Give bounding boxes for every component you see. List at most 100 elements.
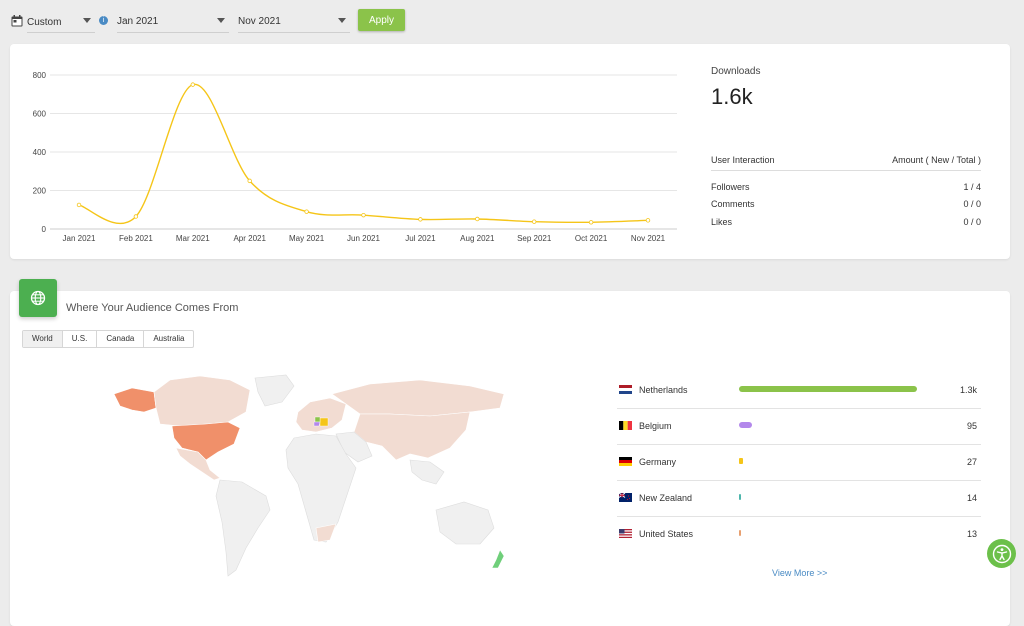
calendar-icon xyxy=(11,14,23,27)
data-point[interactable] xyxy=(247,178,252,184)
tab-australia[interactable]: Australia xyxy=(144,331,193,347)
belgium-flag-icon xyxy=(619,421,632,430)
stats-header: User Interaction Amount ( New / Total ) xyxy=(711,155,981,171)
country-row-united-states[interactable]: United States 13 xyxy=(617,516,981,552)
data-point[interactable] xyxy=(532,219,537,224)
x-tick-label: Apr 2021 xyxy=(233,234,266,243)
map-region-netherlands[interactable] xyxy=(314,416,321,423)
map-region-europe[interactable] xyxy=(295,397,347,433)
country-name: Germany xyxy=(639,457,677,467)
audience-title: Where Your Audience Comes From xyxy=(66,302,239,314)
stat-value: 1 / 4 xyxy=(963,182,981,192)
accessibility-icon xyxy=(992,544,1011,563)
downloads-line-chart: 0 200 400 600 800 Jan 2021 Feb 2021 Mar 2021 Apr… xyxy=(33,71,677,243)
x-tick-label: May 2021 xyxy=(289,234,325,243)
apply-button[interactable]: Apply xyxy=(358,9,405,31)
region-tabs: World U.S. Canada Australia xyxy=(22,330,195,348)
stat-value: 0 / 0 xyxy=(963,199,981,209)
country-bar xyxy=(739,530,741,536)
end-month-value: Nov 2021 xyxy=(238,16,281,27)
data-point[interactable] xyxy=(190,82,195,87)
x-tick-label: Feb 2021 xyxy=(119,234,153,243)
country-row-netherlands[interactable]: Netherlands 1.3k xyxy=(617,372,981,409)
data-point[interactable] xyxy=(304,209,309,214)
map-region-new-zealand[interactable] xyxy=(491,549,505,569)
start-month-value: Jan 2021 xyxy=(117,16,159,27)
col-interaction: User Interaction xyxy=(711,155,775,165)
start-month-select[interactable]: Jan 2021 xyxy=(117,8,229,33)
map-region-canada[interactable] xyxy=(153,375,251,427)
range-select[interactable]: Custom xyxy=(27,8,95,33)
x-tick-label: Jun 2021 xyxy=(347,234,380,243)
country-row-belgium[interactable]: Belgium 95 xyxy=(617,408,981,445)
globe-icon xyxy=(30,290,46,306)
stat-label: Likes xyxy=(711,217,733,227)
view-more-link[interactable]: View More >> xyxy=(772,568,827,578)
country-value: 95 xyxy=(966,421,977,431)
germany-flag-icon xyxy=(619,457,632,466)
map-region-belgium[interactable] xyxy=(313,421,321,427)
tab-world[interactable]: World xyxy=(23,331,63,347)
chevron-down-icon xyxy=(338,18,346,23)
country-name: Belgium xyxy=(639,421,672,431)
stats-row-comments: Comments 0 / 0 xyxy=(711,199,981,209)
x-tick-label: Mar 2021 xyxy=(176,234,210,243)
country-value: 27 xyxy=(966,457,977,467)
stat-label: Comments xyxy=(711,199,755,209)
chevron-down-icon xyxy=(217,18,225,23)
info-icon[interactable]: i xyxy=(99,16,108,25)
country-name: New Zealand xyxy=(639,493,693,503)
range-select-value: Custom xyxy=(27,17,62,28)
tab-us[interactable]: U.S. xyxy=(63,331,98,347)
y-tick-label: 0 xyxy=(42,225,47,234)
end-month-select[interactable]: Nov 2021 xyxy=(238,8,350,33)
data-point[interactable] xyxy=(475,216,480,222)
data-point[interactable] xyxy=(418,217,423,222)
y-tick-label: 600 xyxy=(33,110,47,119)
map-region-southeast-asia[interactable] xyxy=(409,459,445,485)
country-bar xyxy=(739,494,741,500)
stat-value: 0 / 0 xyxy=(963,217,981,227)
y-tick-label: 400 xyxy=(33,148,47,157)
tab-canada[interactable]: Canada xyxy=(97,331,145,347)
audience-header-badge xyxy=(19,279,57,317)
new-zealand-flag-icon xyxy=(619,493,632,502)
downloads-label: Downloads xyxy=(711,66,761,77)
x-tick-label: Jul 2021 xyxy=(405,234,436,243)
data-point[interactable] xyxy=(361,212,366,218)
country-row-new-zealand[interactable]: New Zealand 14 xyxy=(617,480,981,517)
map-region-asia[interactable] xyxy=(353,411,471,461)
data-point[interactable] xyxy=(588,220,594,225)
country-bar xyxy=(739,458,743,464)
x-tick-label: Nov 2021 xyxy=(631,234,666,243)
map-region-south-america[interactable] xyxy=(215,479,271,577)
map-region-greenland[interactable] xyxy=(254,374,295,407)
x-tick-label: Oct 2021 xyxy=(575,234,608,243)
data-point[interactable] xyxy=(133,214,139,219)
country-value: 14 xyxy=(966,493,977,503)
stats-row-followers: Followers 1 / 4 xyxy=(711,182,981,192)
map-region-russia[interactable] xyxy=(331,379,505,417)
country-bar xyxy=(739,386,917,392)
accessibility-button[interactable] xyxy=(987,539,1016,568)
x-tick-label: Sep 2021 xyxy=(517,234,552,243)
map-region-australia[interactable] xyxy=(435,501,495,545)
downloads-value: 1.6k xyxy=(711,84,753,109)
netherlands-flag-icon xyxy=(619,385,632,394)
y-tick-label: 200 xyxy=(33,187,47,196)
map-region-alaska[interactable] xyxy=(113,387,157,413)
stats-row-likes: Likes 0 / 0 xyxy=(711,217,981,227)
country-value: 13 xyxy=(966,529,977,539)
data-point[interactable] xyxy=(76,202,82,208)
data-point[interactable] xyxy=(645,218,651,223)
country-value: 1.3k xyxy=(959,385,977,395)
world-map xyxy=(113,374,505,577)
downloads-series-line xyxy=(78,83,649,225)
country-row-germany[interactable]: Germany 27 xyxy=(617,444,981,481)
country-name: United States xyxy=(639,529,694,539)
chevron-down-icon xyxy=(83,18,91,23)
map-region-germany[interactable] xyxy=(319,417,329,427)
country-bar xyxy=(739,422,752,428)
col-amount: Amount ( New / Total ) xyxy=(892,155,981,165)
stat-label: Followers xyxy=(711,182,750,192)
